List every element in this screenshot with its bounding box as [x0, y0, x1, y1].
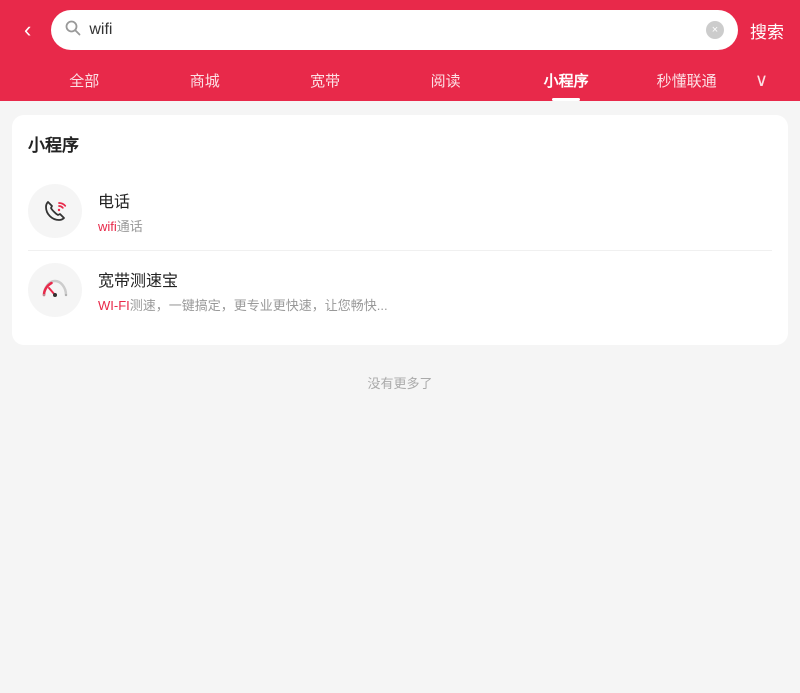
content: 小程序 电话 wifi通话 [0, 101, 800, 416]
search-input[interactable]: wifi [89, 21, 698, 39]
item-subtitle-text-speed: 测速，一键搞定，更专业更快速，让您畅快... [130, 298, 388, 313]
item-subtitle-phone: wifi通话 [98, 216, 772, 235]
tab-reading[interactable]: 阅读 [385, 60, 505, 101]
item-subtitle-speed: WI-FI测速，一键搞定，更专业更快速，让您畅快... [98, 295, 772, 314]
search-icon [65, 20, 81, 41]
search-submit-button[interactable]: 搜索 [750, 18, 784, 43]
clear-button[interactable]: × [706, 21, 724, 39]
header: ‹ wifi × 搜索 全部 商城 宽带 阅读 小程序 秒懂联通 ∨ [0, 0, 800, 101]
search-box: wifi × [51, 10, 738, 50]
phone-wifi-icon [28, 184, 82, 238]
item-title-phone: 电话 [98, 188, 772, 212]
nav-more-icon[interactable]: ∨ [747, 60, 776, 101]
item-info-speed: 宽带测速宝 WI-FI测速，一键搞定，更专业更快速，让您畅快... [98, 267, 772, 314]
item-subtitle-highlight-speed: WI-FI [98, 298, 130, 313]
tab-all[interactable]: 全部 [24, 60, 144, 101]
list-item[interactable]: 电话 wifi通话 [28, 172, 772, 250]
item-subtitle-highlight: wifi [98, 219, 117, 234]
item-info-phone: 电话 wifi通话 [98, 188, 772, 235]
back-button[interactable]: ‹ [16, 13, 39, 47]
no-more-label: 没有更多了 [12, 345, 788, 402]
list-item[interactable]: 宽带测速宝 WI-FI测速，一键搞定，更专业更快速，让您畅快... [28, 250, 772, 329]
tab-miniapp[interactable]: 小程序 [506, 60, 626, 101]
tab-mall[interactable]: 商城 [144, 60, 264, 101]
search-row: ‹ wifi × 搜索 [16, 10, 784, 60]
speedometer-icon [28, 263, 82, 317]
nav-tabs: 全部 商城 宽带 阅读 小程序 秒懂联通 ∨ [16, 60, 784, 101]
section-title: 小程序 [28, 131, 772, 156]
item-subtitle-text: 通话 [117, 219, 143, 234]
miniapp-section: 小程序 电话 wifi通话 [12, 115, 788, 345]
tab-smartlink[interactable]: 秒懂联通 [626, 60, 746, 101]
tab-broadband[interactable]: 宽带 [265, 60, 385, 101]
item-title-speed: 宽带测速宝 [98, 267, 772, 291]
